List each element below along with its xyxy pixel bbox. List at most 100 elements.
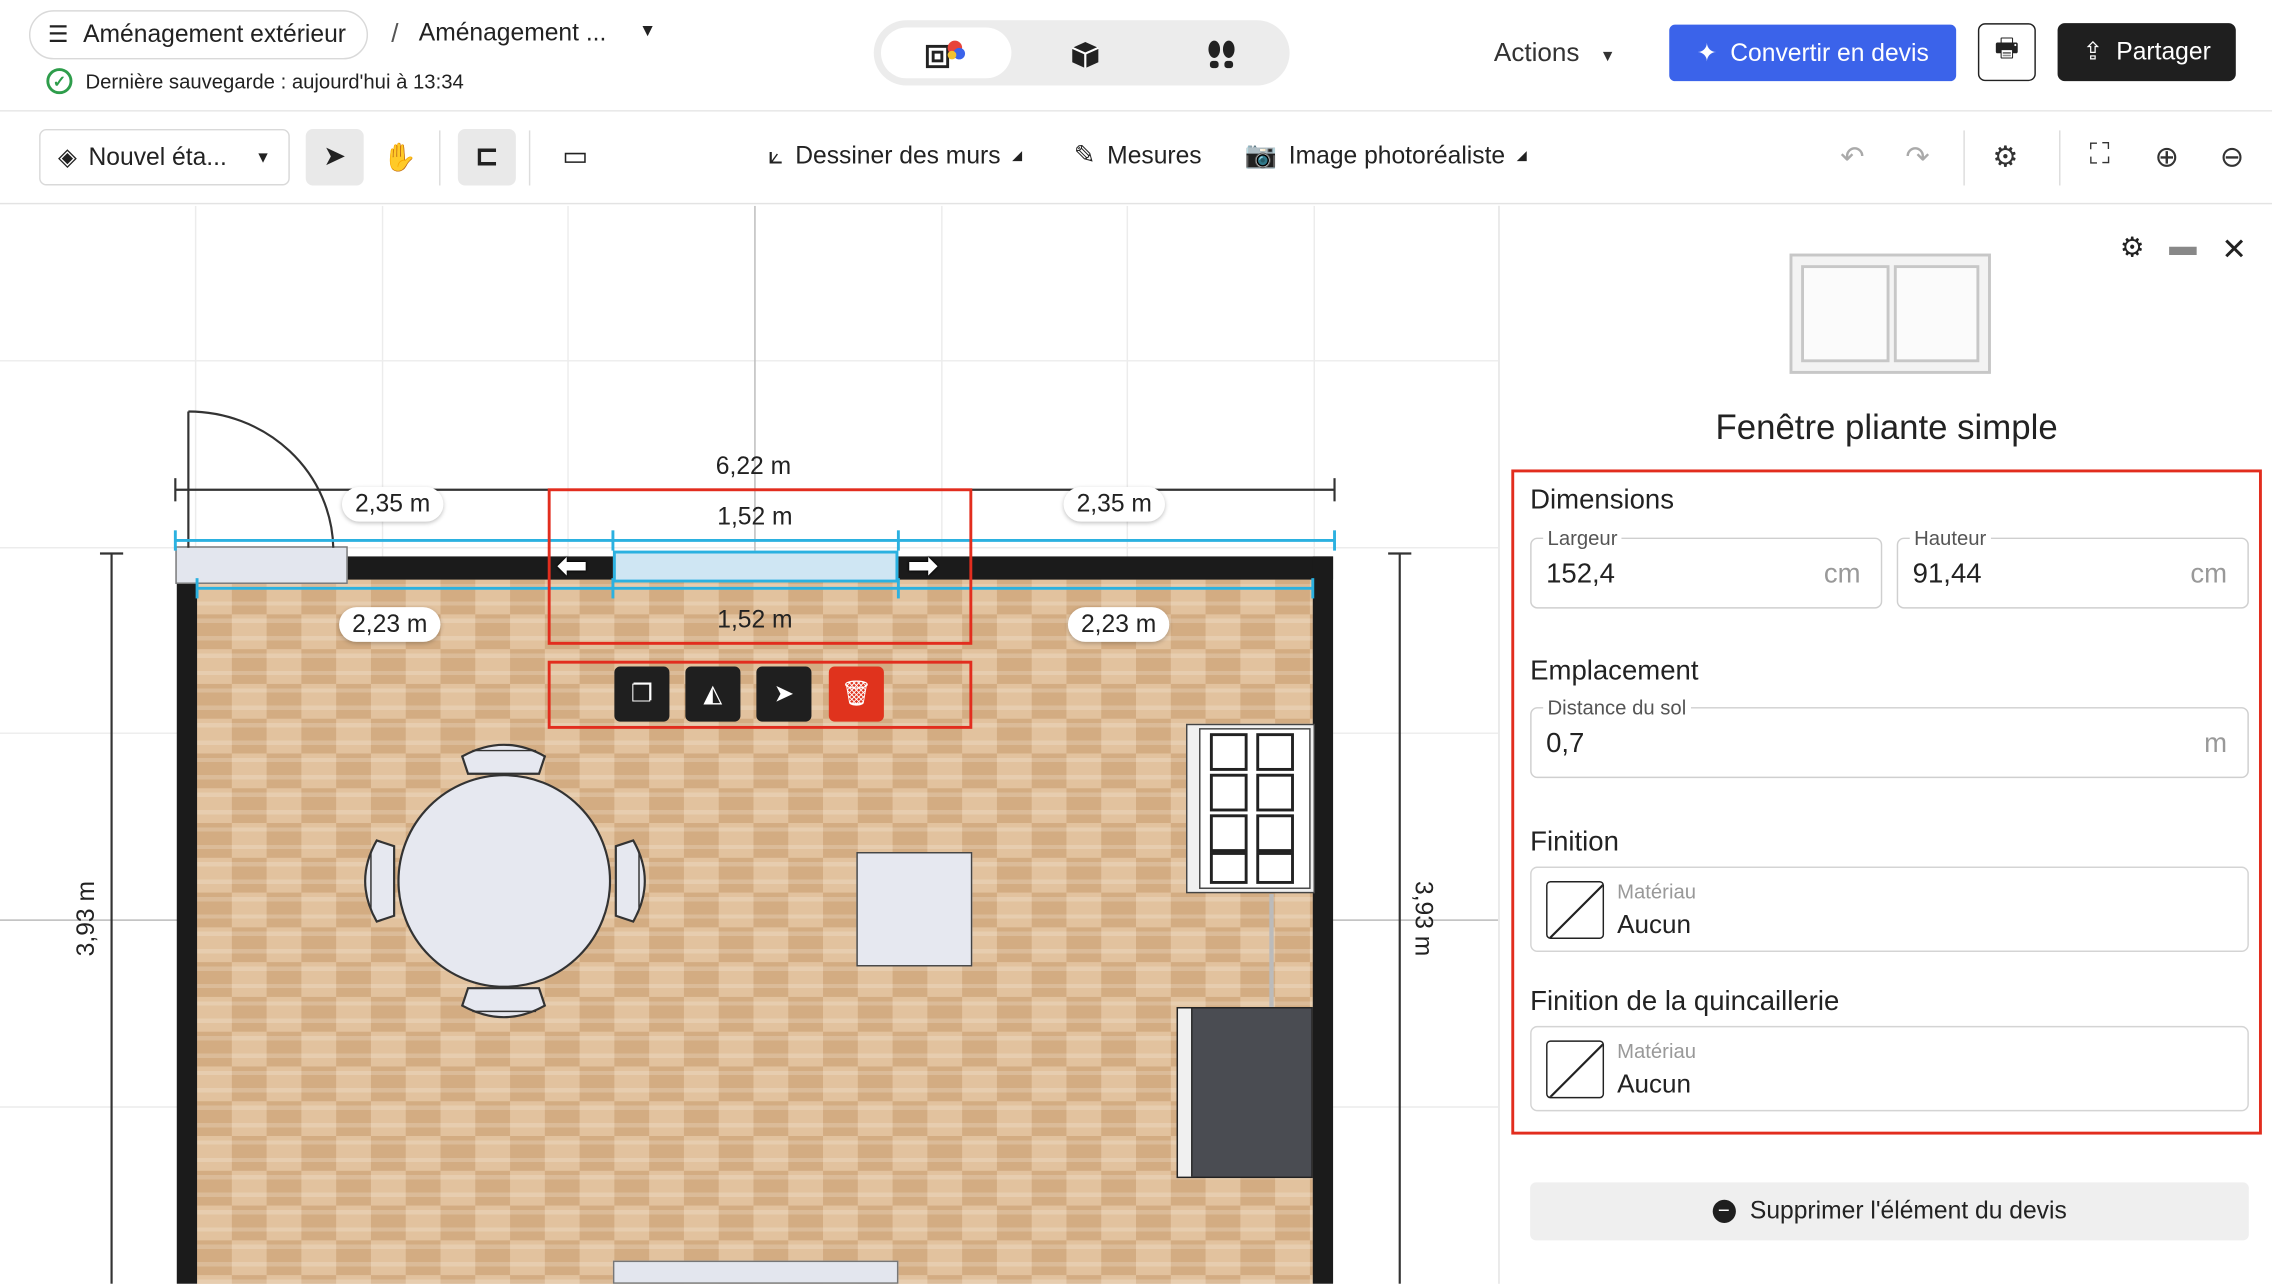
placement-heading: Emplacement [1530,656,1699,687]
cooktop[interactable] [1185,723,1315,894]
no-material-swatch-icon [1546,880,1605,939]
wall-nodes-icon: ⟀ [767,140,784,170]
sparkle-icon: ✦ [1696,38,1718,66]
magnet-toggle-button[interactable]: ⊏ [457,128,516,186]
photo-label: Image photoréaliste [1288,141,1506,169]
footsteps-icon[interactable] [1206,39,1238,80]
settings-icon[interactable]: ⚙ [2120,232,2145,265]
properties-panel: ⚙ ▬ ✕ Fenêtre pliante simple Dimensions … [1498,205,2272,1284]
no-material-swatch-icon [1546,1040,1605,1099]
plan-canvas[interactable]: ⬅ ➡ 6,22 m 2,35 m 2,35 m 1,52 m 1,52 m 2… [0,205,1499,1284]
height-field[interactable]: Hauteur 91,44 cm [1896,525,2249,609]
floor-distance-value: 0,7 [1546,728,1585,760]
pan-tool-button[interactable]: ✋ [371,129,429,186]
photoreal-image-tool[interactable]: 📷 Image photoréaliste ◢ [1245,141,1527,171]
refrigerator[interactable] [1176,1007,1313,1179]
close-icon[interactable]: ✕ [2221,232,2247,268]
remove-from-quote-button[interactable]: − Supprimer l'élément du devis [1530,1182,2249,1241]
menu-icon: ☰ [47,23,69,48]
item-title: Fenêtre pliante simple [1715,408,2058,448]
comment-icon[interactable]: ▬ [2169,232,2197,264]
width-label: Largeur [1543,525,1622,550]
hand-icon: ✋ [382,142,418,174]
magnet-icon: ⊏ [475,142,499,173]
plan-2d-icon[interactable] [924,39,967,82]
dim-total-width: 6,22 m [715,452,792,480]
convert-to-quote-button[interactable]: ✦ Convertir en devis [1669,24,1957,82]
finish-material-label: Matériau [1617,879,1697,903]
counter-edge [1269,894,1274,1008]
select-tool-button[interactable]: ➤ [305,128,364,186]
hardware-material-value: Aucun [1617,1069,1692,1099]
actions-label: Actions [1493,37,1580,67]
draw-walls-tool[interactable]: ⟀ Dessiner des murs ◢ [768,141,1022,171]
send-button[interactable]: ➤ [756,666,812,722]
actions-menu[interactable]: Actions ▼ [1494,38,1616,68]
share-button[interactable]: ⇪ Partager [2057,23,2236,82]
width-value: 152,4 [1546,559,1615,590]
minus-circle-icon: − [1712,1200,1736,1223]
dim-right-top[interactable]: 2,35 m [1063,486,1165,522]
flip-button[interactable]: ◭ [685,666,741,722]
chevron-down-icon: ▼ [255,148,271,166]
breadcrumb-separator: / [391,18,399,48]
project-breadcrumb[interactable]: ☰ Aménagement extérieur [28,10,368,60]
toolbar-divider [1963,130,1965,186]
dim-right-height: 3,93 m [1409,881,1438,957]
window-pane-left [1801,265,1890,363]
undo-icon[interactable]: ↶ [1840,139,1864,175]
flip-icon: ◭ [703,679,723,708]
window-pane-right [1893,265,1980,363]
finish-material-picker[interactable]: Matériau Aucun [1530,866,2249,952]
print-button[interactable]: 🖶 [1977,23,2036,82]
redo-icon[interactable]: ↷ [1905,139,1929,175]
plan-name[interactable]: Aménagement ... [419,19,607,48]
window-thumbnail [1789,253,1991,374]
share-label: Partager [2116,37,2211,66]
save-status: ✓ Dernière sauvegarde : aujourd'hui à 13… [46,68,464,95]
round-dining-table[interactable] [356,736,653,1026]
dim-right-inner[interactable]: 2,23 m [1067,607,1170,642]
hardware-material-picker[interactable]: Matériau Aucun [1530,1025,2249,1112]
fridge-door [1178,1008,1193,1177]
fit-view-icon[interactable]: ⛶ [2089,139,2109,172]
cube-3d-icon[interactable] [1069,39,1101,80]
convert-label: Convertir en devis [1730,38,1929,66]
project-name: Aménagement extérieur [83,20,346,48]
toolbar: ◈ Nouvel éta... ▼ ➤ ✋ ⊏ ▭ ⟀ Dessiner des… [0,112,2272,205]
level-label: Nouvel éta... [88,142,227,171]
dim-left-inner[interactable]: 2,23 m [339,607,441,642]
finish-material-value: Aucun [1617,909,1692,939]
toolbar-divider [528,130,531,186]
width-field[interactable]: Largeur 152,4 cm [1530,525,1883,609]
ruler-icon: ✎ [1073,140,1096,170]
upload-icon: ⇪ [2082,37,2104,66]
height-label: Hauteur [1909,525,1991,550]
hardware-finish-heading: Finition de la quincaillerie [1530,986,1840,1018]
zoom-in-icon[interactable]: ⊕ [2155,139,2179,175]
height-value: 91,44 [1912,559,1982,590]
corner-caret-icon: ◢ [1012,147,1023,163]
delete-button[interactable]: 🗑 [828,666,884,722]
comment-icon: ▭ [562,142,589,173]
level-selector[interactable]: ◈ Nouvel éta... ▼ [39,128,290,186]
view-switcher [873,20,1290,86]
duplicate-button[interactable]: ❐ [614,666,670,722]
finish-heading: Finition [1530,827,1619,858]
settings-gear-icon[interactable]: ⚙ [1992,139,2018,175]
cursor-arrow-icon: ➤ [323,142,347,173]
window-highlight-box [547,488,973,645]
chevron-down-icon: ▼ [1599,47,1616,66]
zoom-out-icon[interactable]: ⊖ [2220,139,2244,175]
dim-left-top[interactable]: 2,35 m [341,486,444,522]
send-icon: ➤ [773,679,795,708]
height-unit: cm [2190,559,2228,590]
comment-tool-button[interactable]: ▭ [546,129,604,186]
floor-distance-field[interactable]: Distance du sol 0,7 m [1530,695,2249,779]
measures-tool[interactable]: ✎ Mesures [1074,141,1202,171]
save-status-text: Dernière sauvegarde : aujourd'hui à 13:3… [85,69,464,93]
chevron-down-icon[interactable]: ▼ [639,20,656,40]
toolbar-divider [2059,130,2061,186]
trash-icon: 🗑 [840,679,873,708]
square-table[interactable] [856,852,973,967]
